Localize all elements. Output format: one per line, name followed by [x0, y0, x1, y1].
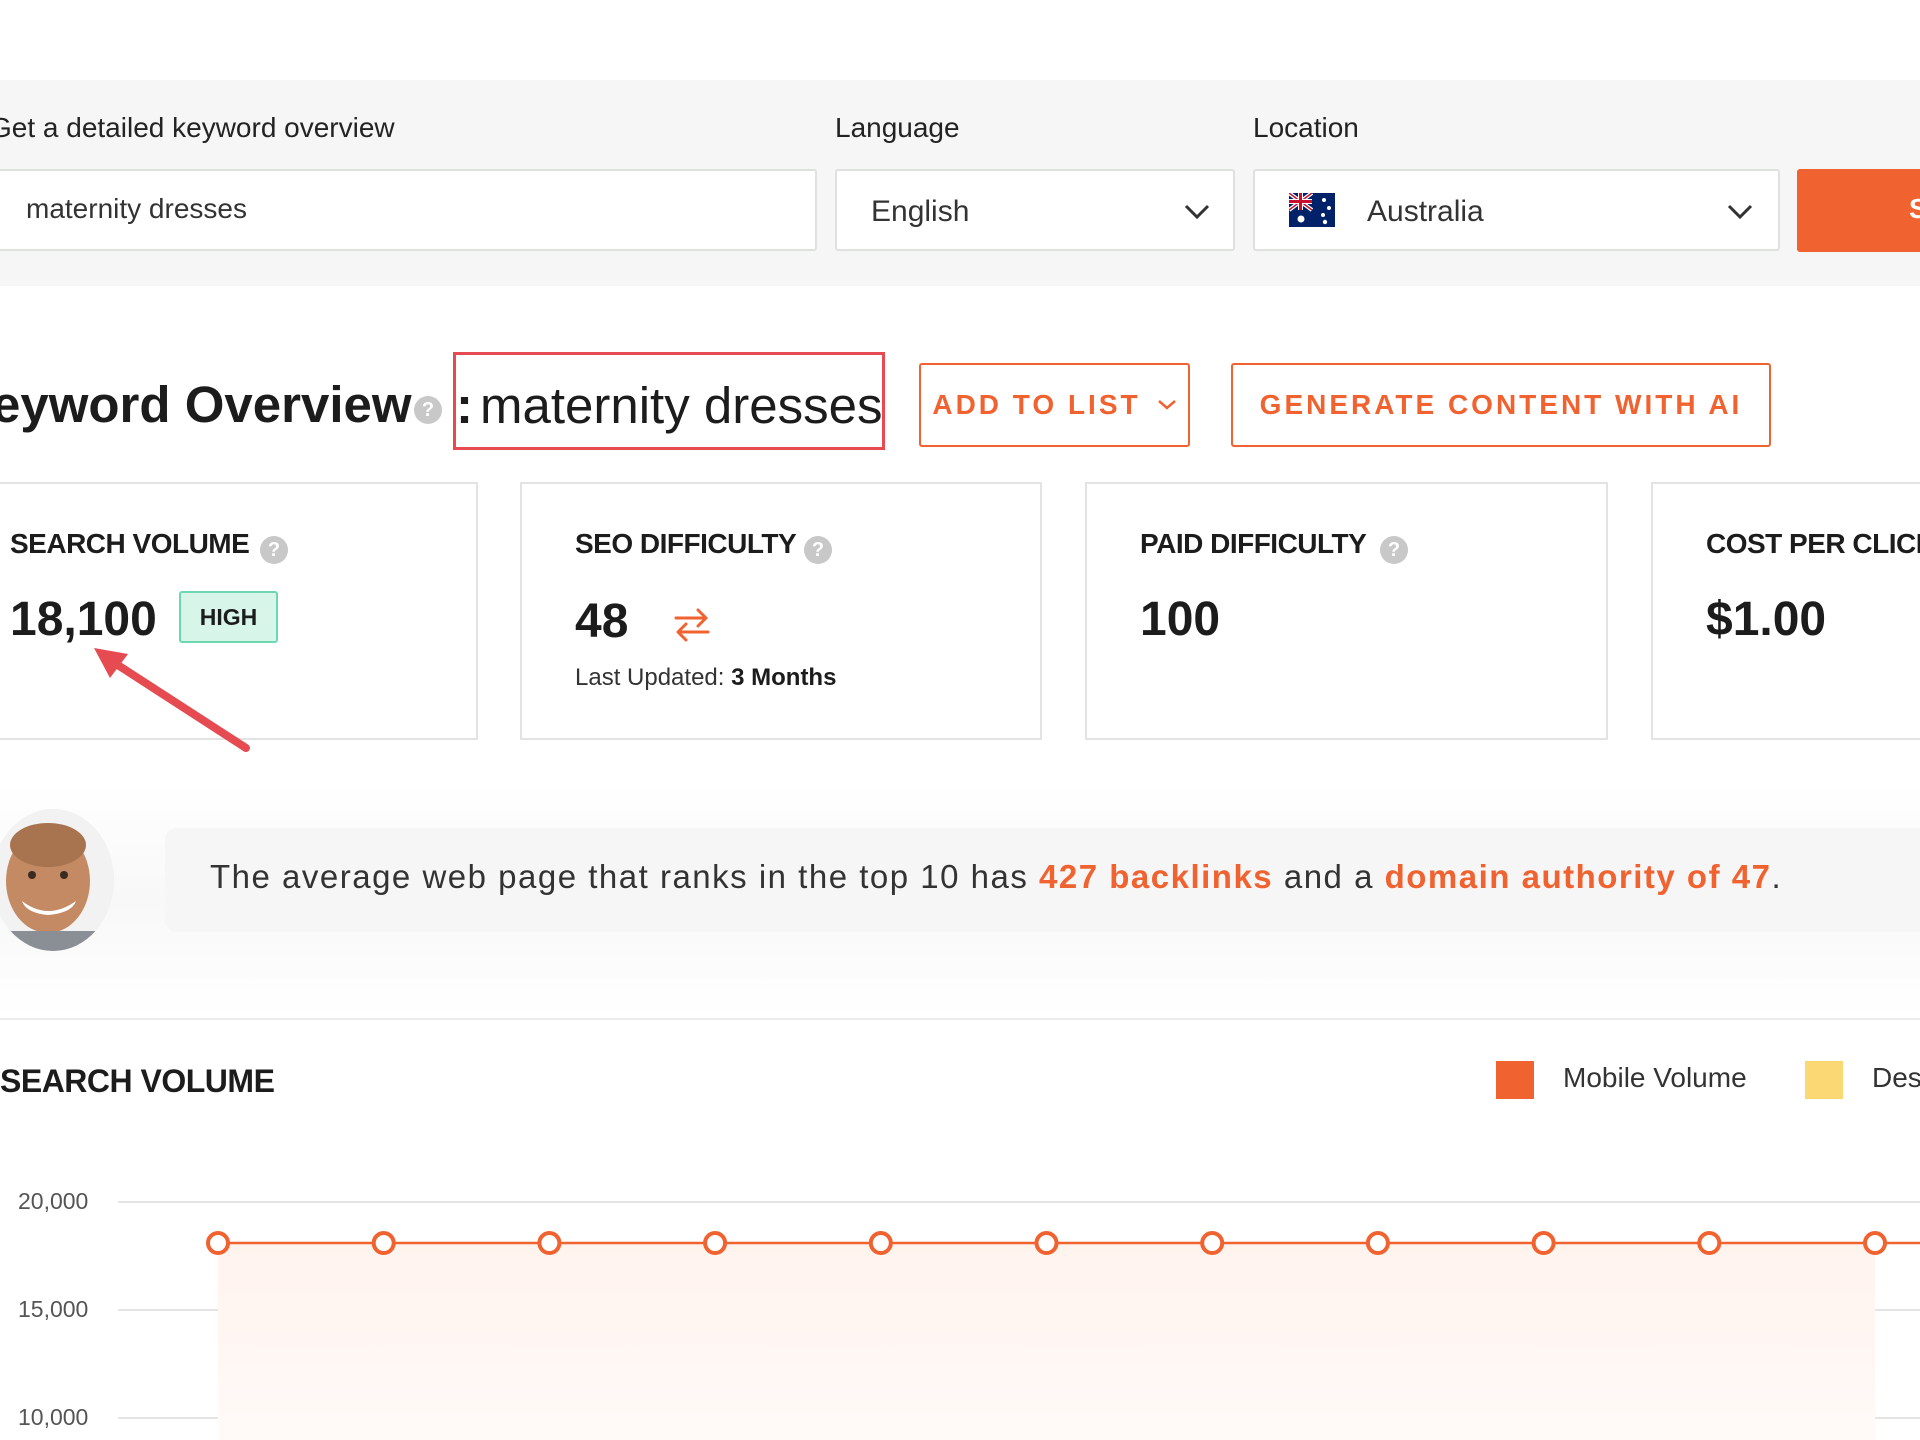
seo-difficulty-value: 48 [575, 595, 629, 648]
data-point-mobile[interactable] [1863, 1231, 1887, 1256]
last-updated-value: 3 Months [731, 664, 837, 691]
overview-keyword: maternity dresses [480, 377, 883, 434]
location-select[interactable]: Australia [1253, 169, 1780, 251]
keyword-field-label: Get a detailed keyword overview [0, 112, 395, 143]
data-point-mobile[interactable] [206, 1231, 230, 1256]
search-submit-button[interactable]: S [1797, 169, 1920, 252]
tip-text: The average web page that ranks in the t… [210, 858, 1782, 896]
tip-text-before: The average web page that ranks in the t… [210, 858, 1040, 895]
australia-flag-icon [1289, 193, 1335, 227]
seo-difficulty-title: SEO DIFFICULTY [575, 528, 797, 559]
chevron-down-icon [1157, 400, 1176, 410]
domain-authority-highlight: domain authority of 47 [1384, 858, 1772, 895]
tip-text-after: . [1771, 858, 1783, 895]
search-volume-title: SEARCH VOLUME [10, 528, 250, 559]
legend-swatch-desktop [1805, 1061, 1843, 1099]
add-to-list-label: ADD TO LIST [932, 389, 1141, 420]
add-to-list-button[interactable]: ADD TO LIST [919, 363, 1190, 447]
keyword-input[interactable]: maternity dresses [0, 169, 817, 251]
seo-difficulty-card: SEO DIFFICULTY ? 48 [520, 482, 1042, 740]
legend-label-desktop[interactable]: Des [1872, 1062, 1920, 1094]
legend-label-mobile[interactable]: Mobile Volume [1563, 1062, 1747, 1094]
data-point-mobile[interactable] [1697, 1231, 1722, 1256]
help-icon[interactable]: ? [804, 536, 832, 564]
cost-per-click-card: COST PER CLICK $1.00 [1651, 482, 1920, 740]
data-point-mobile[interactable] [703, 1231, 728, 1256]
chart-title: SEARCH VOLUME [0, 1063, 275, 1099]
last-updated-prefix: Last Updated: [575, 664, 725, 691]
refresh-arrows-icon[interactable] [670, 604, 714, 644]
chevron-down-icon [1184, 204, 1210, 220]
cost-per-click-title: COST PER CLICK [1706, 528, 1920, 559]
data-point-mobile[interactable] [537, 1231, 562, 1256]
series-area-mobile [218, 1243, 1875, 1440]
page-title: eyword Overview [0, 376, 412, 433]
search-volume-chart [118, 1201, 1920, 1440]
chevron-down-icon [1727, 204, 1753, 220]
location-field-label: Location [1253, 112, 1359, 143]
search-submit-label: S [1909, 193, 1920, 224]
data-point-mobile[interactable] [1200, 1231, 1225, 1256]
paid-difficulty-title: PAID DIFFICULTY [1140, 528, 1367, 559]
location-select-value: Australia [1367, 195, 1484, 228]
language-field-label: Language [835, 112, 960, 143]
generate-content-ai-label: GENERATE CONTENT WITH AI [1259, 389, 1743, 420]
help-icon[interactable]: ? [414, 396, 442, 424]
cost-per-click-value: $1.00 [1706, 593, 1827, 646]
tip-text-middle: and a [1273, 858, 1385, 895]
data-point-mobile[interactable] [371, 1231, 396, 1256]
search-volume-value: 18,100 [10, 593, 157, 646]
title-separator: : [456, 377, 473, 434]
red-arrow-annotation [94, 648, 250, 752]
last-updated-text: Last Updated: 3 Months [575, 664, 836, 692]
data-point-mobile[interactable] [1365, 1231, 1390, 1256]
section-divider [0, 1018, 1920, 1020]
language-select[interactable]: English [835, 169, 1235, 251]
paid-difficulty-value: 100 [1140, 593, 1221, 646]
volume-level-badge: HIGH [179, 591, 278, 643]
help-icon[interactable]: ? [1380, 536, 1408, 564]
data-point-mobile[interactable] [868, 1231, 893, 1256]
keyword-input-value: maternity dresses [26, 193, 247, 224]
data-point-mobile[interactable] [1531, 1231, 1556, 1256]
language-select-value: English [871, 195, 970, 228]
generate-content-ai-button[interactable]: GENERATE CONTENT WITH AI [1231, 363, 1771, 447]
backlinks-highlight: 427 backlinks [1039, 858, 1274, 895]
paid-difficulty-card: PAID DIFFICULTY ? 100 [1085, 482, 1608, 740]
legend-swatch-mobile [1496, 1061, 1534, 1099]
data-point-mobile[interactable] [1034, 1231, 1059, 1256]
help-icon[interactable]: ? [260, 536, 288, 564]
